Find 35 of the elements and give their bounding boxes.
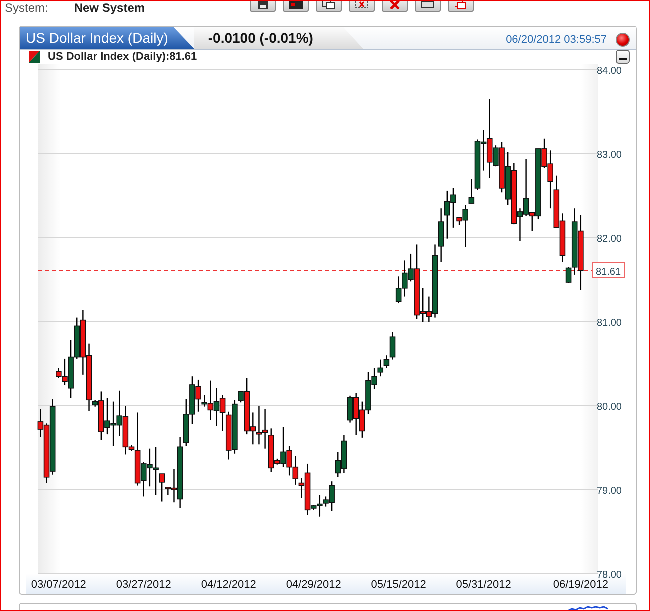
chart-title: US Dollar Index (Daily):81.61 <box>48 51 198 63</box>
date-axis-label: 03/27/2012 <box>116 579 172 591</box>
price-axis-label: 82.00 <box>596 234 622 245</box>
date-axis-label: 04/29/2012 <box>286 579 342 591</box>
system-name: New System <box>74 1 146 15</box>
timestamp: 06/20/2012 03:59:57 <box>506 34 607 46</box>
chart-tab[interactable]: -0.0100 (-0.01%) <box>194 27 364 49</box>
candle-chart-icon <box>29 51 40 63</box>
price-axis-label: 80.00 <box>596 402 622 413</box>
candlestick <box>566 266 572 284</box>
window-icon <box>289 1 304 9</box>
candlestick <box>378 359 384 378</box>
candlestick <box>159 473 165 502</box>
candlestick <box>390 331 396 360</box>
close-icon <box>390 1 400 9</box>
price-axis-label: 81.00 <box>596 318 622 329</box>
floppy-icon <box>257 1 270 9</box>
ref-line-label: 81.61 <box>596 266 622 278</box>
date-axis-label: 05/15/2012 <box>371 579 426 591</box>
price-axis-label: 84.00 <box>596 66 622 77</box>
live-dot-icon <box>616 33 630 47</box>
price-axis-label: 78.00 <box>596 570 622 581</box>
date-axis-label: 04/12/2012 <box>201 579 256 591</box>
date-axis-label: 05/31/2012 <box>456 579 512 591</box>
price-axis-label: 83.00 <box>596 150 622 161</box>
delete-window-icon <box>355 1 370 9</box>
candlestick <box>384 355 390 369</box>
system-label: System: <box>5 1 48 15</box>
minimize-button[interactable] <box>616 50 630 64</box>
chart-tab[interactable]: US Dollar Index (Daily) <box>20 27 194 49</box>
date-axis-label: 06/19/2012 <box>553 579 608 591</box>
candlestick <box>468 178 475 204</box>
last-price-label: 81.61 <box>592 262 626 278</box>
date-axis-label: 03/07/2012 <box>31 579 86 591</box>
price-axis-label: 79.00 <box>596 486 622 497</box>
